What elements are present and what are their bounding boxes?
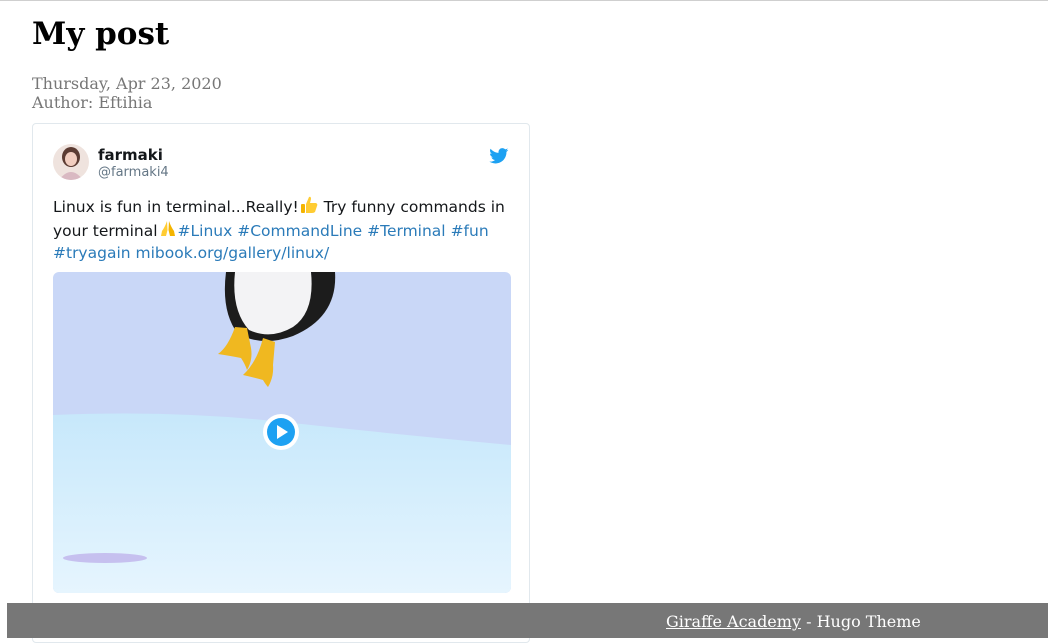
twitter-bird-icon[interactable] [489, 148, 509, 164]
tweet-text: Linux is fun in terminal...Really! Try f… [53, 195, 513, 265]
hashtag-link[interactable]: #Linux [178, 222, 233, 240]
site-footer: Giraffe Academy - Hugo Theme [7, 603, 1048, 638]
hashtag-link[interactable]: #CommandLine [237, 222, 362, 240]
thumbs-up-icon [300, 196, 318, 213]
tweet-author-name[interactable]: farmaki [98, 146, 163, 164]
tweet-video[interactable] [53, 272, 511, 593]
hashtag-link[interactable]: #fun [451, 222, 489, 240]
footer-theme-text: - Hugo Theme [800, 612, 921, 631]
post-author: Author: Eftihia [32, 93, 153, 112]
post-date: Thursday, Apr 23, 2020 [32, 74, 222, 93]
hashtag-link[interactable]: #Terminal [367, 222, 446, 240]
hashtag-link[interactable]: #tryagain [53, 244, 131, 262]
folded-hands-icon [160, 220, 175, 236]
play-icon[interactable] [262, 413, 300, 451]
tweet-author-handle[interactable]: @farmaki4 [98, 165, 169, 180]
avatar[interactable] [53, 144, 89, 180]
top-divider [0, 0, 1048, 1]
tweet-text-intro: Linux is fun in terminal...Really! [53, 198, 299, 216]
page-title: My post [32, 16, 170, 52]
footer-credits: Giraffe Academy - Hugo Theme [666, 612, 921, 631]
tweet-url-link[interactable]: mibook.org/gallery/linux/ [136, 244, 330, 262]
footer-link-giraffe-academy[interactable]: Giraffe Academy [666, 612, 801, 631]
post-meta: Thursday, Apr 23, 2020 Author: Eftihia [32, 74, 222, 112]
embedded-tweet[interactable]: farmaki @farmaki4 Linux is fun in termin… [32, 123, 530, 643]
